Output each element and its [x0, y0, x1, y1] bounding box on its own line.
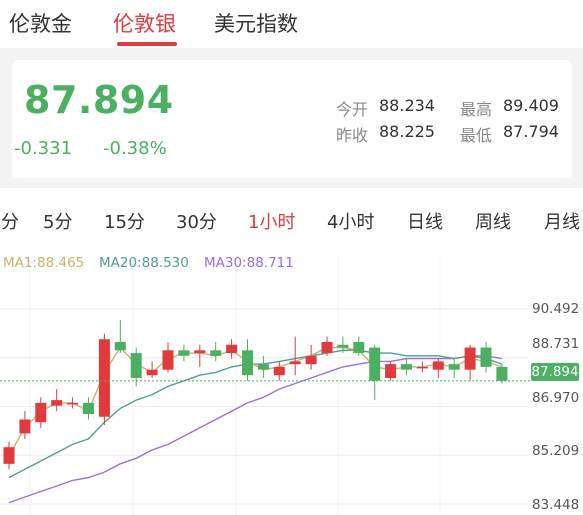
candle-body: [130, 353, 142, 378]
y-tick-label: 90.492: [532, 301, 580, 317]
open-value: 88.234: [379, 96, 435, 115]
candle-body: [242, 350, 253, 376]
low-value: 87.794: [503, 122, 559, 141]
price-change-percent: -0.38%: [103, 138, 167, 159]
candle-body: [98, 339, 110, 417]
candle-body: [257, 364, 269, 370]
candle-body: [273, 366, 285, 376]
candle-body: [385, 364, 397, 378]
candle-body: [369, 347, 381, 381]
current-price-tag: 87.894: [531, 363, 579, 381]
candle-body: [51, 400, 63, 406]
candle-body: [416, 366, 428, 369]
instrument-tabs: 伦敦金 伦敦银 美元指数: [0, 0, 583, 48]
prev-close-value: 88.225: [379, 122, 435, 141]
low-label: 最低: [460, 126, 493, 145]
candle-body: [401, 364, 412, 370]
period-minute[interactable]: 分: [1, 208, 19, 234]
period-weekly[interactable]: 周线: [475, 208, 511, 234]
high-value: 89.409: [503, 96, 559, 115]
ma1-label: MA1:88.465: [3, 255, 85, 271]
tab-london-gold[interactable]: 伦敦金: [9, 8, 72, 38]
candle-body: [305, 355, 317, 365]
candle-body: [448, 364, 460, 370]
period-1hour[interactable]: 1小时: [248, 208, 295, 234]
high-label: 最高: [460, 100, 493, 119]
candle-body: [321, 341, 333, 354]
candle-body: [337, 344, 349, 348]
period-30min[interactable]: 30分: [176, 208, 217, 234]
candlestick-chart[interactable]: MA1:88.465 MA20:88.530 MA30:88.711 90.49…: [0, 246, 583, 515]
candle-body: [194, 350, 206, 354]
period-5min[interactable]: 5分: [43, 208, 72, 234]
quote-panel: 87.894 -0.331 -0.38% 今开 88.234 最高 89.409…: [12, 60, 572, 178]
period-monthly[interactable]: 月线: [544, 208, 580, 234]
candle-body: [35, 402, 47, 423]
candle-body: [432, 361, 444, 370]
candle-body: [480, 347, 492, 367]
ma20-line: [8, 349, 503, 479]
active-tab-indicator: [117, 42, 177, 46]
candle-body: [464, 347, 476, 370]
candle-body: [353, 341, 365, 354]
ma30-label: MA30:88.711: [204, 255, 294, 271]
period-15min[interactable]: 15分: [104, 208, 145, 234]
last-price: 87.894: [24, 78, 174, 122]
chart-canvas: [0, 256, 531, 515]
candle-body: [3, 447, 15, 464]
open-label: 今开: [336, 100, 369, 119]
candle-body: [114, 341, 126, 351]
candle-body: [496, 366, 508, 381]
y-tick-label: 83.448: [532, 497, 580, 513]
candle-body: [162, 350, 174, 370]
candle-body: [210, 350, 222, 356]
period-4hour[interactable]: 4小时: [327, 208, 374, 234]
candle-body: [178, 350, 190, 356]
tab-dollar-index[interactable]: 美元指数: [214, 8, 298, 38]
candle-body: [226, 344, 238, 354]
candle-body: [83, 402, 94, 414]
ma20-label: MA20:88.530: [99, 255, 189, 271]
ma30-line: [8, 355, 503, 504]
period-daily[interactable]: 日线: [407, 208, 443, 234]
candle-body: [67, 402, 79, 405]
candle-body: [19, 419, 31, 434]
candle-body: [146, 369, 158, 376]
y-tick-label: 86.970: [532, 390, 580, 406]
candle-body: [289, 361, 301, 365]
price-change: -0.331: [14, 138, 73, 159]
prev-close-label: 昨收: [336, 126, 369, 145]
period-selector: 分 5分 15分 30分 1小时 4小时 日线 周线 月线: [0, 188, 583, 246]
y-tick-label: 85.209: [532, 443, 580, 459]
y-tick-label: 88.731: [532, 336, 580, 352]
tab-london-silver[interactable]: 伦敦银: [113, 8, 176, 38]
